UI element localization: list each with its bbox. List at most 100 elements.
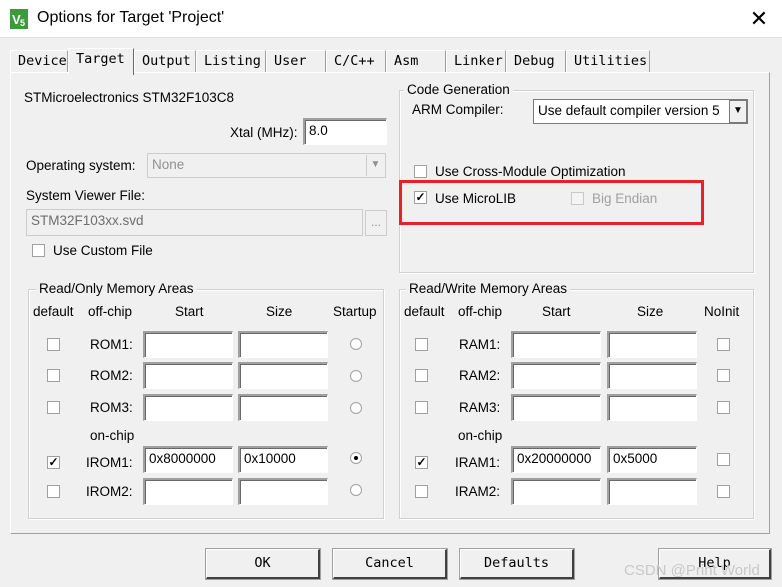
iram1-size-input[interactable]: 0x5000 [607,446,697,473]
irom2-default-checkbox[interactable] [47,485,60,498]
close-button[interactable]: ✕ [736,0,782,38]
tab-c-cpp[interactable]: C/C++ [326,50,386,72]
watermark: CSDN @Print World [624,562,760,579]
tab-label: Target [76,51,125,67]
irom2-startup-radio[interactable] [350,484,362,496]
microlib-highlight-box [399,180,704,225]
tab-debug[interactable]: Debug [506,50,566,72]
ram1-size-input[interactable] [607,331,697,358]
irom2-size-input[interactable] [238,478,328,505]
rom1-default-checkbox[interactable] [47,338,60,351]
tab-target[interactable]: Target [68,48,134,75]
irom2-label: IROM2: [86,484,133,499]
rom2-size-input[interactable] [238,362,328,389]
ram3-noinit-checkbox[interactable] [717,401,730,414]
tab-label: Linker [454,53,503,69]
irom1-start-input[interactable]: 0x8000000 [143,446,233,473]
rom2-startup-radio[interactable] [350,370,362,382]
iram1-default-checkbox[interactable]: ✓ [415,456,428,469]
tab-device[interactable]: Device [10,50,68,72]
rom3-start-input[interactable] [143,394,233,421]
ram-header-noinit: NoInit [704,304,740,319]
ram3-size-input[interactable] [607,394,697,421]
rom-header-default: default [33,304,74,319]
iram1-noinit-checkbox[interactable] [717,453,730,466]
cross-module-checkbox[interactable] [414,165,427,178]
rom1-size-input[interactable] [238,331,328,358]
rom3-size-input[interactable] [238,394,328,421]
rom1-label: ROM1: [90,337,133,352]
compiler-select[interactable]: Use default compiler version 5 ▼ [533,99,748,124]
ram3-start-input[interactable] [511,394,601,421]
irom2-start-input[interactable] [143,478,233,505]
compiler-label: ARM Compiler: [412,102,504,117]
tab-label: C/C++ [334,53,375,69]
rom-header-startup: Startup [333,304,377,319]
tab-label: Debug [514,53,555,69]
tab-label: Listing [204,53,261,69]
tab-label: Output [142,53,191,69]
custom-file-checkbox[interactable] [32,244,45,257]
ram1-default-checkbox[interactable] [415,338,428,351]
rom2-label: ROM2: [90,368,133,383]
ram2-label: RAM2: [459,368,501,383]
tab-utilities[interactable]: Utilities [566,50,650,72]
rom2-default-checkbox[interactable] [47,369,60,382]
rom-header-start: Start [175,304,204,319]
rom-onchip-label: on-chip [90,428,135,443]
irom1-startup-radio[interactable] [350,452,362,464]
svg-text:5: 5 [20,18,25,28]
ram2-noinit-checkbox[interactable] [717,369,730,382]
ram1-start-input[interactable] [511,331,601,358]
title-bar: V 5 Options for Target 'Project' ✕ [0,0,782,38]
irom1-size-input[interactable]: 0x10000 [238,446,328,473]
rom2-start-input[interactable] [143,362,233,389]
os-select[interactable]: None ▼ [147,153,386,178]
ram3-default-checkbox[interactable] [415,401,428,414]
tab-label: Device [18,53,67,69]
sysviewer-input[interactable]: STM32F103xx.svd [26,209,363,236]
tab-label: Asm [394,53,419,69]
custom-file-label: Use Custom File [53,243,153,258]
rom1-startup-radio[interactable] [350,338,362,350]
rom1-start-input[interactable] [143,331,233,358]
iram2-default-checkbox[interactable] [415,485,428,498]
ram2-default-checkbox[interactable] [415,369,428,382]
cross-module-label: Use Cross-Module Optimization [435,164,626,179]
ram-onchip-label: on-chip [458,428,503,443]
iram2-noinit-checkbox[interactable] [717,485,730,498]
tab-asm[interactable]: Asm [386,50,446,72]
device-name: STMicroelectronics STM32F103C8 [24,90,235,105]
tab-output[interactable]: Output [134,50,196,72]
ram1-noinit-checkbox[interactable] [717,338,730,351]
rom3-startup-radio[interactable] [350,402,362,414]
ram-header-start: Start [542,304,571,319]
chevron-down-icon: ▼ [729,100,747,123]
iram1-label: IRAM1: [455,455,501,470]
rom-group-label: Read/Only Memory Areas [36,281,197,296]
chevron-down-icon: ▼ [366,155,384,176]
cancel-button[interactable]: Cancel [332,548,448,580]
rom3-label: ROM3: [90,400,133,415]
defaults-button[interactable]: Defaults [459,548,575,580]
sysviewer-label: System Viewer File: [26,188,146,203]
tab-listing[interactable]: Listing [196,50,266,72]
iram1-start-input[interactable]: 0x20000000 [511,446,601,473]
compiler-select-value: Use default compiler version 5 [538,103,720,118]
tab-user[interactable]: User [266,50,326,72]
os-select-value: None [152,157,185,172]
keil-app-icon: V 5 [10,9,28,29]
ok-button[interactable]: OK [205,548,321,580]
tab-strip: Device Target Output Listing User C/C++ … [10,48,780,75]
ram2-start-input[interactable] [511,362,601,389]
rom3-default-checkbox[interactable] [47,401,60,414]
browse-button[interactable]: ... [365,210,387,236]
irom1-default-checkbox[interactable]: ✓ [47,456,60,469]
ram2-size-input[interactable] [607,362,697,389]
tab-linker[interactable]: Linker [446,50,506,72]
xtal-input[interactable]: 8.0 [303,118,387,145]
iram2-size-input[interactable] [607,478,697,505]
close-icon: ✕ [749,6,769,31]
rom-header-size: Size [266,304,293,319]
iram2-start-input[interactable] [511,478,601,505]
